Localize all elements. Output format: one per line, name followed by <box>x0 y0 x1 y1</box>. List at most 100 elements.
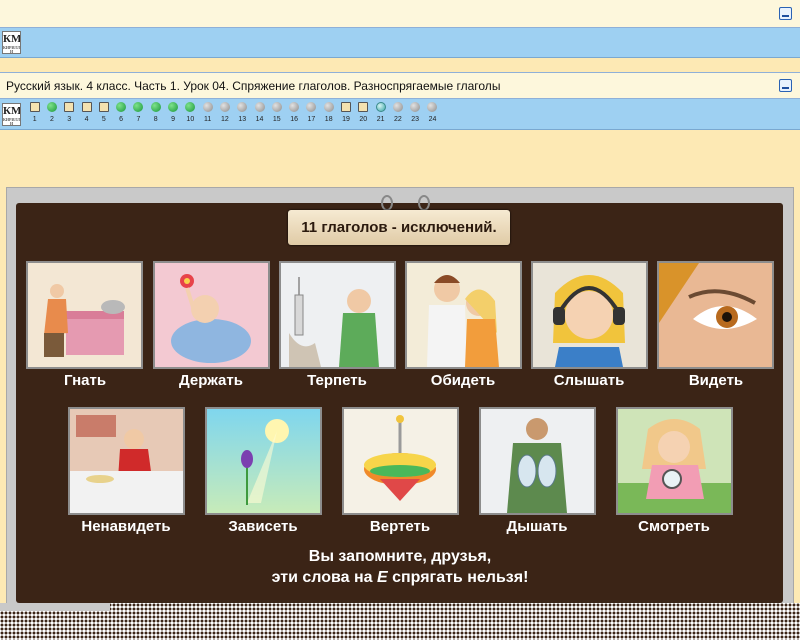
eye-image <box>659 263 772 367</box>
step-5[interactable]: 5 <box>95 102 112 124</box>
step-23[interactable]: 23 <box>407 102 424 124</box>
minimize-button[interactable] <box>779 7 792 20</box>
rhyme-text-a: эти слова на <box>271 569 377 586</box>
step-24[interactable]: 24 <box>424 102 441 124</box>
step-2[interactable]: 2 <box>43 102 60 124</box>
lungs-man-image <box>481 409 594 513</box>
label-slyshat: Слышать <box>553 372 625 389</box>
label-videt: Видеть <box>688 372 744 389</box>
label-dyshat: Дышать <box>506 518 568 535</box>
step-13[interactable]: 13 <box>234 102 251 124</box>
step-number: 20 <box>359 116 368 123</box>
status-dot-icon <box>168 102 179 112</box>
card-nenavidet <box>68 407 185 515</box>
step-number: 9 <box>171 116 175 123</box>
step-18[interactable]: 18 <box>320 102 337 124</box>
globe-icon <box>375 102 386 112</box>
step-4[interactable]: 4 <box>78 102 95 124</box>
step-number: 23 <box>411 116 420 123</box>
lesson-logo[interactable]: КМКИРИЛЛ И МЕФОДИЙ <box>2 103 21 126</box>
step-number: 24 <box>428 116 437 123</box>
girl-headphones-image <box>533 263 646 367</box>
baby-holding-toy-image <box>155 263 268 367</box>
step-number: 13 <box>238 116 247 123</box>
minimize-lesson-button[interactable] <box>779 79 792 92</box>
dotted-bottom-strip <box>0 603 800 640</box>
step-number: 11 <box>203 116 212 123</box>
step-number: 5 <box>101 116 106 123</box>
step-11[interactable]: 11 <box>199 102 216 124</box>
girl-magnifier-image <box>618 409 731 513</box>
status-dot-icon <box>133 102 144 112</box>
status-dot-icon <box>116 102 127 112</box>
step-number: 12 <box>221 116 229 123</box>
label-smotret: Смотреть <box>638 518 710 535</box>
slide-heading: 11 глаголов - исключений. <box>288 210 510 245</box>
status-dot-icon <box>219 102 230 112</box>
step-10[interactable]: 10 <box>182 102 199 124</box>
card-vertet <box>342 407 459 515</box>
step-14[interactable]: 14 <box>251 102 268 124</box>
card-smotret <box>616 407 733 515</box>
spinning-top-image <box>344 409 457 513</box>
publisher-logo[interactable]: КМКИРИЛЛ И МЕФОДИЙ <box>2 31 21 54</box>
rhyme-line-2: эти слова на Е спрягать нельзя! <box>200 569 600 587</box>
step-6[interactable]: 6 <box>112 102 129 124</box>
step-number: 4 <box>84 116 89 123</box>
step-number: 16 <box>290 116 298 123</box>
card-gnat <box>26 261 143 369</box>
rhyme-text-b: спрягать нельзя! <box>387 569 529 586</box>
step-16[interactable]: 16 <box>285 102 302 124</box>
label-derzhat: Держать <box>179 372 243 389</box>
status-dot-icon <box>237 102 248 112</box>
step-20[interactable]: 20 <box>355 102 372 124</box>
step-number: 10 <box>186 116 195 123</box>
label-obidet: Обидеть <box>430 372 496 389</box>
step-3[interactable]: 3 <box>61 102 78 124</box>
page-icon <box>358 102 369 112</box>
step-8[interactable]: 8 <box>147 102 164 124</box>
label-zaviset: Зависеть <box>228 518 298 535</box>
label-terpet: Терпеть <box>307 372 367 389</box>
step-number: 7 <box>136 116 141 123</box>
hanger-ring-left <box>381 195 393 211</box>
step-21[interactable]: 21 <box>372 102 389 124</box>
step-number: 1 <box>32 116 37 123</box>
step-9[interactable]: 9 <box>164 102 181 124</box>
step-7[interactable]: 7 <box>130 102 147 124</box>
step-number: 8 <box>153 116 158 123</box>
step-number: 21 <box>376 116 385 123</box>
step-number: 22 <box>393 116 402 123</box>
boy-and-girl-image <box>407 263 520 367</box>
step-number: 6 <box>119 116 124 123</box>
woman-chasing-cat-image <box>28 263 141 367</box>
step-number: 17 <box>307 116 316 123</box>
card-derzhat <box>153 261 270 369</box>
status-dot-icon <box>289 102 300 112</box>
status-dot-icon <box>185 102 196 112</box>
top-toolbar: КМКИРИЛЛ И МЕФОДИЙ <box>0 28 800 58</box>
page-icon <box>98 102 109 112</box>
step-19[interactable]: 19 <box>337 102 354 124</box>
lesson-header: Русский язык. 4 класс. Часть 1. Урок 04.… <box>0 72 800 99</box>
status-dot-icon <box>46 102 57 112</box>
status-dot-icon <box>254 102 265 112</box>
step-1[interactable]: 1 <box>26 102 43 124</box>
hanger-ring-right <box>418 195 430 211</box>
lesson-title: Русский язык. 4 класс. Часть 1. Урок 04.… <box>6 79 501 93</box>
step-12[interactable]: 12 <box>216 102 233 124</box>
rhyme-line-1: Вы запомните, друзья, <box>308 548 492 565</box>
status-dot-icon <box>202 102 213 112</box>
step-number: 3 <box>67 116 72 123</box>
kitchen-man-image <box>70 409 183 513</box>
card-dyshat <box>479 407 596 515</box>
step-15[interactable]: 15 <box>268 102 285 124</box>
page-icon <box>81 102 92 112</box>
card-videt <box>657 261 774 369</box>
step-number: 18 <box>324 116 333 123</box>
status-dot-icon <box>410 102 421 112</box>
step-number: 2 <box>49 116 54 123</box>
step-22[interactable]: 22 <box>389 102 406 124</box>
step-17[interactable]: 17 <box>303 102 320 124</box>
step-number: 14 <box>255 116 264 123</box>
